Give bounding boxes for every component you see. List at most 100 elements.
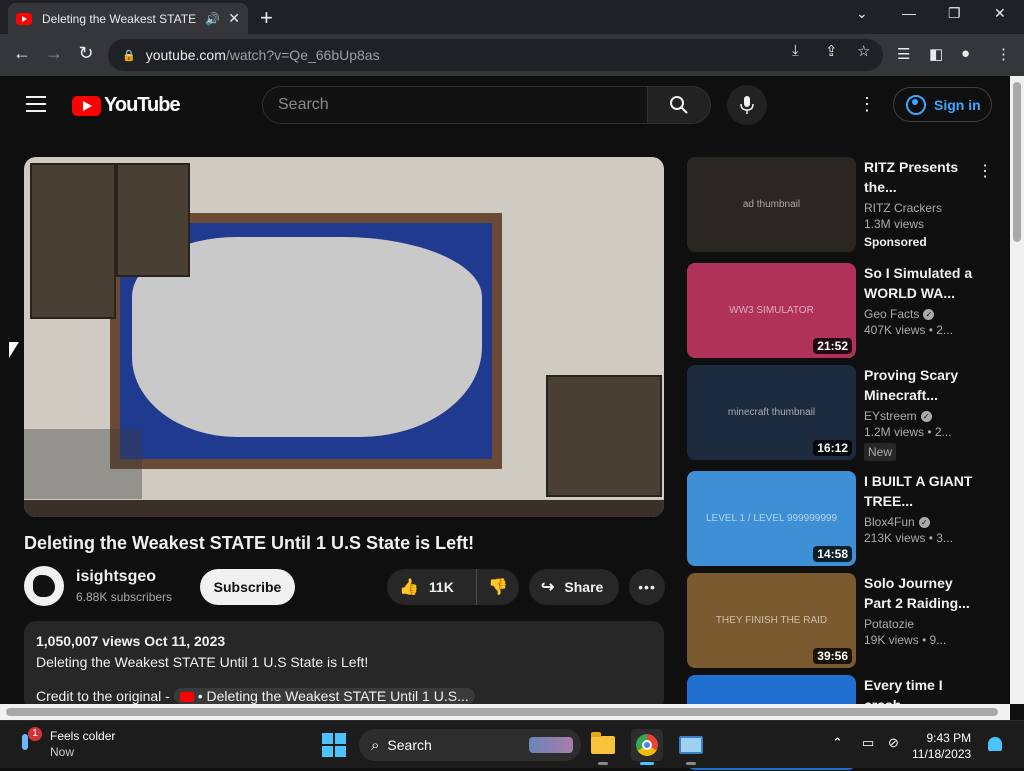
recommendation-title[interactable]: Solo Journey Part 2 Raiding... — [864, 573, 979, 613]
subscriber-count: 6.88K subscribers — [76, 590, 173, 604]
vertical-scrollbar[interactable] — [1010, 76, 1024, 704]
side-panel-icon[interactable]: ◧ — [929, 45, 943, 63]
browser-tab[interactable]: Deleting the Weakest STATE 🔊 ✕ — [8, 3, 248, 34]
new-tab-button[interactable]: + — [260, 5, 273, 31]
chrome-menu-icon[interactable]: ⋮ — [996, 45, 1011, 63]
share-page-icon[interactable]: ⇪ — [825, 42, 838, 60]
search-button[interactable] — [647, 86, 711, 124]
recommendation-title[interactable]: So I Simulated a WORLD WA... — [864, 263, 979, 303]
recommendation-meta: 1.3M views — [864, 217, 925, 231]
weather-widget[interactable]: 1 Feels colder Now — [18, 727, 115, 760]
sign-in-button[interactable]: Sign in — [893, 87, 992, 122]
verified-check-icon: ✓ — [918, 517, 930, 529]
microphone-icon — [740, 96, 754, 114]
recommendation-item[interactable]: LEVEL 1 / LEVEL 999999999 14:58 I BUILT A … — [687, 471, 987, 567]
like-button[interactable]: 👍 11K — [387, 569, 477, 605]
tab-search-icon[interactable]: ⌄ — [856, 5, 868, 22]
display-icon[interactable]: ▭ — [862, 735, 874, 751]
recommendation-meta: 1.2M views • 2... — [864, 425, 952, 439]
new-badge: New — [864, 443, 897, 461]
video-thumbnail[interactable]: minecraft thumbnail 16:12 — [687, 365, 856, 460]
video-thumbnail[interactable]: THEY FINISH THE RAID 39:56 — [687, 573, 856, 668]
bookmark-star-icon[interactable]: ☆ — [857, 42, 870, 60]
verified-check-icon: ✓ — [920, 411, 932, 423]
horizontal-scrollbar[interactable] — [0, 704, 1010, 720]
youtube-header: YouTube Search ⋮ Sign in — [0, 76, 1010, 134]
control-panel-icon — [679, 736, 703, 754]
video-player[interactable] — [24, 157, 664, 517]
recommendation-item[interactable]: minecraft thumbnail 16:12 Proving Scary Mi… — [687, 365, 987, 461]
address-bar[interactable]: 🔒 youtube.com/watch?v=Qe_66bUp8as — [108, 39, 883, 71]
search-icon: ⌕ — [371, 736, 380, 754]
credit-link[interactable]: • Deleting the Weakest STATE Until 1 U.S… — [173, 688, 475, 704]
folder-icon — [591, 732, 615, 754]
youtube-logo[interactable]: YouTube — [72, 94, 181, 117]
video-thumbnail[interactable]: WW3 SIMULATOR 21:52 — [687, 263, 856, 358]
mouse-cursor — [9, 342, 19, 358]
channel-avatar[interactable] — [24, 566, 64, 606]
minimize-button[interactable]: — — [902, 5, 916, 21]
share-button[interactable]: ↪ Share — [529, 569, 619, 605]
settings-kebab-icon[interactable]: ⋮ — [858, 94, 876, 115]
install-icon[interactable]: ⤓ — [792, 42, 799, 59]
close-window-button[interactable]: ✕ — [994, 5, 1006, 22]
description-box[interactable]: 1,050,007 views Oct 11, 2023 Deleting th… — [24, 621, 664, 711]
recommendation-item[interactable]: THEY FINISH THE RAID 39:56 Solo Journey Pa… — [687, 573, 987, 669]
no-network-icon[interactable]: ⊘ — [888, 735, 899, 751]
video-thumbnail[interactable]: ad thumbnail — [687, 157, 856, 252]
like-count: 11K — [428, 579, 454, 595]
profile-icon[interactable]: ● — [961, 45, 970, 62]
reading-list-icon[interactable]: ☰ — [897, 45, 910, 63]
weather-sub: Now — [50, 745, 75, 759]
recommendation-item[interactable]: WW3 SIMULATOR 21:52 So I Simulated a WORLD… — [687, 263, 987, 359]
voice-search-button[interactable] — [727, 85, 767, 125]
dislike-button[interactable]: 👎 — [477, 577, 519, 597]
verified-check-icon: ✓ — [923, 309, 935, 321]
reload-icon[interactable]: ↻ — [74, 43, 98, 64]
menu-icon[interactable] — [26, 96, 46, 112]
thumbnail-text: ad thumbnail — [742, 199, 801, 210]
scrollbar-thumb[interactable] — [1013, 82, 1021, 242]
recommendation-meta: 213K views • 3... — [864, 531, 953, 545]
chrome-app[interactable] — [631, 729, 663, 765]
sponsored-label: Sponsored — [864, 235, 927, 249]
recommendation-channel[interactable]: Geo Facts ✓ — [864, 307, 979, 321]
file-explorer-app[interactable] — [587, 729, 619, 765]
search-icon — [670, 96, 688, 114]
recommendation-channel[interactable]: Potatozie — [864, 617, 979, 631]
recommendation-title[interactable]: Proving Scary Minecraft... — [864, 365, 979, 405]
recommendation-channel[interactable]: Blox4Fun ✓ — [864, 515, 979, 529]
video-thumbnail[interactable]: LEVEL 1 / LEVEL 999999999 14:58 — [687, 471, 856, 566]
forward-arrow-icon[interactable]: → — [42, 43, 66, 64]
recommendation-title[interactable]: I BUILT A GIANT TREE... — [864, 471, 979, 511]
back-arrow-icon[interactable]: ← — [10, 43, 34, 64]
thumbs-up-icon: 👍 — [399, 579, 419, 596]
youtube-play-icon — [72, 95, 101, 116]
youtube-play-icon — [179, 692, 194, 703]
control-panel-app[interactable] — [675, 729, 707, 765]
duration-badge: 21:52 — [813, 338, 852, 354]
recommendation-title[interactable]: RITZ Presents the... — [864, 157, 979, 197]
channel-name[interactable]: isightsgeo — [76, 568, 156, 586]
restore-button[interactable]: ❐ — [948, 5, 961, 22]
more-actions-button[interactable]: ••• — [629, 569, 665, 605]
close-tab-icon[interactable]: ✕ — [228, 10, 240, 27]
search-input[interactable]: Search — [262, 86, 648, 124]
chevron-up-icon[interactable]: ⌃ — [832, 735, 843, 751]
recommendation-item[interactable]: ad thumbnail RITZ Presents the... RITZ Cra… — [687, 157, 993, 253]
scrollbar-thumb[interactable] — [6, 708, 998, 716]
taskbar-search[interactable]: ⌕ Search — [359, 729, 581, 761]
recommendation-channel[interactable]: EYstreem ✓ — [864, 409, 979, 423]
speaker-icon[interactable]: 🔊 — [205, 12, 220, 26]
duration-badge: 14:58 — [813, 546, 852, 562]
recommendation-channel[interactable]: RITZ Crackers — [864, 201, 979, 215]
system-clock[interactable]: 9:43 PM 11/18/2023 — [912, 730, 971, 762]
notification-bell-icon[interactable] — [988, 737, 1002, 751]
subscribe-button[interactable]: Subscribe — [200, 569, 295, 605]
kebab-icon[interactable]: ⋮ — [977, 161, 993, 181]
game-panel-state — [30, 163, 116, 319]
lock-icon[interactable]: 🔒 — [122, 49, 136, 62]
browser-toolbar: ← → ↻ 🔒 youtube.com/watch?v=Qe_66bUp8as … — [0, 34, 1024, 76]
start-button[interactable] — [322, 733, 346, 757]
duration-badge: 16:12 — [813, 440, 852, 456]
